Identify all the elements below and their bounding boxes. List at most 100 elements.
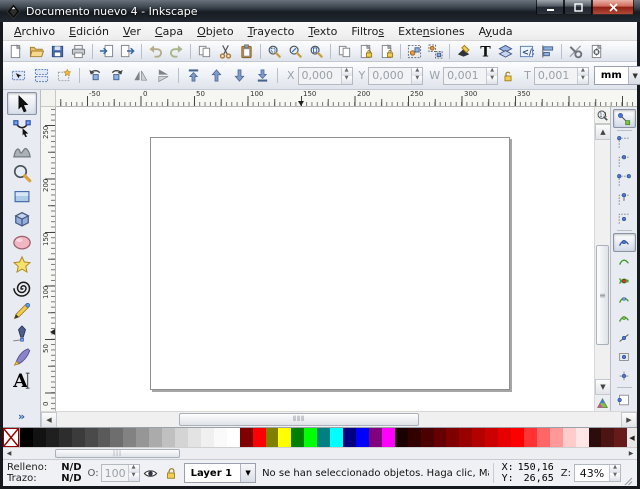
document-page[interactable] [150, 137, 510, 390]
selector-button[interactable] [7, 92, 37, 115]
palette-swatch[interactable] [123, 428, 136, 447]
horizontal-ruler[interactable]: -50050100150200250300350 [56, 90, 637, 107]
palette-swatch[interactable] [601, 428, 614, 447]
scroll-left-button[interactable]: ◀ [41, 412, 57, 428]
menu-objeto[interactable]: Objeto [190, 23, 241, 40]
w-input[interactable] [444, 68, 486, 84]
rotate-ccw-button[interactable] [83, 65, 106, 87]
box-3d-button[interactable] [7, 207, 37, 230]
y-input[interactable] [369, 68, 411, 84]
rectangle-button[interactable] [7, 184, 37, 207]
lower-button[interactable] [228, 65, 251, 87]
clone-button[interactable] [355, 42, 376, 61]
palette-swatch[interactable] [317, 428, 330, 447]
lock-ratio-icon[interactable] [501, 69, 515, 83]
palette-swatch[interactable] [149, 428, 162, 447]
undo-button[interactable] [145, 42, 166, 61]
palette-swatch[interactable] [395, 428, 408, 447]
menu-capa[interactable]: Capa [148, 23, 190, 40]
snap-object-centers-button[interactable] [613, 347, 636, 366]
snap-midpoints-button[interactable] [613, 328, 636, 347]
node-editor-button[interactable] [7, 115, 37, 138]
unlink-clone-button[interactable] [376, 42, 397, 61]
stroke-value[interactable]: N/D [61, 473, 81, 484]
palette-swatch[interactable] [356, 428, 369, 447]
vertical-scrollbar-thumb[interactable]: ≡ [596, 245, 609, 345]
resize-grip[interactable] [621, 460, 633, 486]
palette-swatch[interactable] [382, 428, 395, 447]
fill-stroke-dialog-button[interactable] [453, 42, 474, 61]
palette-swatch[interactable] [485, 428, 498, 447]
palette-swatch[interactable] [576, 428, 589, 447]
palette-scroll-track[interactable]: ||| [15, 448, 625, 459]
toolbox-overflow-button[interactable]: » [14, 410, 29, 423]
flip-horizontal-button[interactable] [129, 65, 152, 87]
snap-bbox-centers-button[interactable] [613, 209, 636, 228]
tweak-button[interactable] [7, 138, 37, 161]
palette-swatch[interactable] [175, 428, 188, 447]
preferences-button[interactable] [565, 42, 586, 61]
ruler-corner[interactable] [41, 90, 56, 107]
horizontal-scrollbar[interactable]: ⦀⦀⦀ [57, 412, 621, 427]
xml-editor-button[interactable]: </> [516, 42, 537, 61]
palette-swatch[interactable] [162, 428, 175, 447]
rotate-cw-button[interactable] [106, 65, 129, 87]
group-button[interactable] [404, 42, 425, 61]
minimize-button[interactable] [536, 0, 564, 15]
spiral-button[interactable] [7, 276, 37, 299]
palette-swatch[interactable] [85, 428, 98, 447]
palette-swatch[interactable] [421, 428, 434, 447]
palette-swatch[interactable] [136, 428, 149, 447]
calligraphy-button[interactable] [7, 345, 37, 368]
palette-swatch[interactable] [98, 428, 111, 447]
snap-page-border-button[interactable] [613, 390, 636, 409]
scroll-down-button[interactable]: ▼ [595, 379, 611, 395]
unit-select[interactable]: mm ▼ [594, 66, 640, 85]
palette-swatch[interactable] [446, 428, 459, 447]
zoom-page-button[interactable] [306, 42, 327, 61]
palette-swatch[interactable] [408, 428, 421, 447]
horizontal-scrollbar-thumb[interactable]: ⦀⦀⦀ [179, 413, 419, 426]
palette-swatch[interactable] [537, 428, 550, 447]
ungroup-button[interactable] [425, 42, 446, 61]
palette-swatch[interactable] [434, 428, 447, 447]
select-all-button[interactable] [7, 65, 30, 87]
palette-swatch[interactable] [46, 428, 59, 447]
document-properties-button[interactable] [586, 42, 607, 61]
cut-button[interactable] [215, 42, 236, 61]
palette-swatch[interactable] [72, 428, 85, 447]
palette-scroll-right-button[interactable]: ▶ [625, 450, 637, 457]
palette-swatch[interactable] [563, 428, 576, 447]
menu-texto[interactable]: Texto [301, 23, 344, 40]
snap-bbox-button[interactable] [613, 133, 636, 152]
palette-swatch[interactable] [214, 428, 227, 447]
scroll-up-button[interactable]: ▲ [595, 124, 611, 140]
palette-swatch[interactable] [304, 428, 317, 447]
palette-scroll-arrow-icon[interactable]: ◀ [627, 428, 637, 447]
palette-swatch[interactable] [227, 428, 240, 447]
menu-trayecto[interactable]: Trayecto [241, 23, 302, 40]
palette-swatch[interactable] [266, 428, 279, 447]
palette-swatch[interactable] [33, 428, 46, 447]
zoom-button[interactable] [7, 161, 37, 184]
open-document-button[interactable] [26, 42, 47, 61]
palette-swatch[interactable] [589, 428, 602, 447]
palette-swatch[interactable] [188, 428, 201, 447]
deselect-button[interactable] [53, 65, 76, 87]
snap-bbox-corners-button[interactable] [613, 171, 636, 190]
text-tool-button[interactable]: A [7, 368, 37, 391]
print-document-button[interactable] [68, 42, 89, 61]
palette-scroll-thumb[interactable]: ||| [55, 449, 180, 458]
x-input[interactable] [299, 68, 341, 84]
sticky-zoom-icon[interactable]: 1:1 [595, 107, 610, 124]
canvas[interactable] [56, 107, 594, 411]
palette-swatch[interactable] [110, 428, 123, 447]
palette-swatch[interactable] [472, 428, 485, 447]
palette-swatch[interactable] [253, 428, 266, 447]
t-input[interactable] [535, 68, 577, 84]
menu-filtros[interactable]: Filtros [344, 23, 391, 40]
snap-nodes-button[interactable] [613, 233, 636, 252]
palette-swatch[interactable] [459, 428, 472, 447]
raise-to-top-button[interactable] [182, 65, 205, 87]
raise-button[interactable] [205, 65, 228, 87]
